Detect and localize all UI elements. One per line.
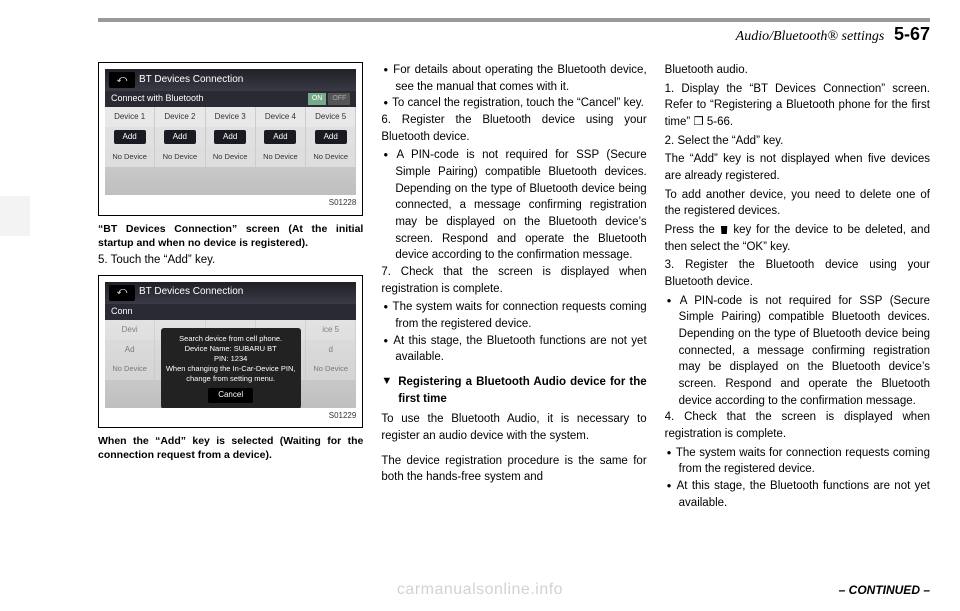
sc2-add-left: Ad (105, 340, 155, 360)
sc2-nod5: No Device (306, 360, 356, 380)
watermark: carmanualsonline.info (397, 581, 563, 599)
modal-l2: Device Name: SUBARU BT (165, 344, 297, 354)
sc2-add-right: d (306, 340, 356, 360)
triangle-icon: ▼ (381, 374, 392, 388)
sc2-sub: Conn (111, 305, 133, 318)
sc1-device-row: Device 1 Device 2 Device 3 Device 4 Devi… (105, 107, 356, 127)
column-1: ⤺ BT Devices Connection Connect with Blu… (98, 62, 363, 571)
sc2-modal: Search device from cell phone. Device Na… (161, 328, 301, 408)
subheading-text: Registering a Bluetooth Audio device for… (398, 374, 646, 407)
add-btn-5: Add (315, 130, 347, 144)
sc1-toggle: ON OFF (308, 93, 351, 105)
column-2: For details about operating the Bluetoot… (381, 62, 646, 571)
modal-cancel: Cancel (208, 388, 253, 403)
continued-label: – CONTINUED – (839, 583, 930, 597)
screenshot-1: ⤺ BT Devices Connection Connect with Blu… (105, 69, 356, 195)
c3-p3: The “Add” key is not displayed when five… (665, 151, 930, 184)
c3-p2: 2. Select the “Add” key. (665, 133, 930, 150)
modal-l4: When changing the In-Car-Device PIN, (165, 364, 297, 374)
c3-p7: 4. Check that the screen is displayed wh… (665, 409, 930, 442)
trash-icon (720, 224, 729, 234)
c3-p5a: Press the (665, 224, 720, 236)
back-icon: ⤺ (109, 72, 135, 88)
sc2-title: BT Devices Connection (139, 285, 243, 300)
modal-l3: PIN: 1234 (165, 354, 297, 364)
c2-b3: A PIN-code is not required for SSP (Secu… (395, 147, 646, 264)
sc1-nodevice-row: No Device No Device No Device No Device … (105, 147, 356, 167)
sc2-dev-left: Devi (105, 320, 155, 340)
toggle-on: ON (308, 93, 327, 105)
add-btn-1: Add (114, 130, 146, 144)
add-btn-2: Add (164, 130, 196, 144)
fig1-code: S01228 (105, 197, 356, 209)
c3-p0: Bluetooth audio. (665, 62, 930, 79)
c2-p8: To use the Bluetooth Audio, it is necess… (381, 411, 646, 444)
fig1-caption: “BT Devices Connection” screen (At the i… (98, 222, 363, 250)
dev2: Device 2 (155, 107, 205, 127)
sc2-nod1: No Device (105, 360, 155, 380)
nod1: No Device (105, 147, 155, 167)
screenshot-2: ⤺ BT Devices Connection Conn Devi ice 5 … (105, 282, 356, 408)
top-rule (98, 18, 930, 22)
nod4: No Device (256, 147, 306, 167)
c3-p4: To add another device, you need to delet… (665, 187, 930, 220)
c2-b1: For details about operating the Bluetoot… (395, 62, 646, 95)
c3-p1: 1. Display the “BT Devices Connection” s… (665, 81, 930, 131)
subheading: ▼ Registering a Bluetooth Audio device f… (381, 374, 646, 407)
c3-p5: Press the key for the device to be delet… (665, 222, 930, 255)
header-title: Audio/Bluetooth® settings (736, 29, 885, 44)
columns: ⤺ BT Devices Connection Connect with Blu… (98, 62, 930, 571)
c2-b2: To cancel the registration, touch the “C… (395, 95, 646, 112)
back-icon-2: ⤺ (109, 285, 135, 301)
c3-b2: The system waits for connection requests… (679, 445, 930, 478)
c3-b3: At this stage, the Bluetooth functions a… (679, 478, 930, 511)
sc2-dev-right: ice 5 (306, 320, 356, 340)
c2-b5: At this stage, the Bluetooth functions a… (395, 333, 646, 366)
sc2-subbar: Conn (105, 304, 356, 320)
modal-l5: change from setting menu. (165, 374, 297, 384)
c2-b4: The system waits for connection requests… (395, 299, 646, 332)
sc1-titlebar: ⤺ BT Devices Connection (105, 69, 356, 91)
column-3: Bluetooth audio. 1. Display the “BT Devi… (665, 62, 930, 571)
c3-b1: A PIN-code is not required for SSP (Secu… (679, 293, 930, 410)
nod5: No Device (306, 147, 356, 167)
c3-p6: 3. Register the Bluetooth device using y… (665, 257, 930, 290)
figure-2: ⤺ BT Devices Connection Conn Devi ice 5 … (98, 275, 363, 429)
sc1-sub: Connect with Bluetooth (111, 92, 204, 105)
add-btn-4: Add (264, 130, 296, 144)
c2-step7: 7. Check that the screen is displayed wh… (381, 264, 646, 297)
figure-1: ⤺ BT Devices Connection Connect with Blu… (98, 62, 363, 216)
c2-p9: The device registration procedure is the… (381, 453, 646, 486)
add-btn-3: Add (214, 130, 246, 144)
page-number: 5-67 (894, 24, 930, 44)
modal-l1: Search device from cell phone. (165, 334, 297, 344)
step-5: 5. Touch the “Add” key. (98, 252, 363, 269)
dev4: Device 4 (256, 107, 306, 127)
sc1-add-row: Add Add Add Add Add (105, 127, 356, 147)
dev1: Device 1 (105, 107, 155, 127)
toggle-off: OFF (328, 93, 350, 105)
c2-step6: 6. Register the Bluetooth device using y… (381, 112, 646, 145)
dev3: Device 3 (206, 107, 256, 127)
sc1-subbar: Connect with Bluetooth ON OFF (105, 91, 356, 107)
dev5: Device 5 (306, 107, 356, 127)
nod2: No Device (155, 147, 205, 167)
page-header: Audio/Bluetooth® settings 5-67 (736, 24, 930, 45)
fig2-caption: When the “Add” key is selected (Waiting … (98, 434, 363, 462)
sc1-title: BT Devices Connection (139, 73, 243, 88)
tab-edge (0, 196, 30, 236)
sc2-titlebar: ⤺ BT Devices Connection (105, 282, 356, 304)
nod3: No Device (206, 147, 256, 167)
fig2-code: S01229 (105, 410, 356, 422)
